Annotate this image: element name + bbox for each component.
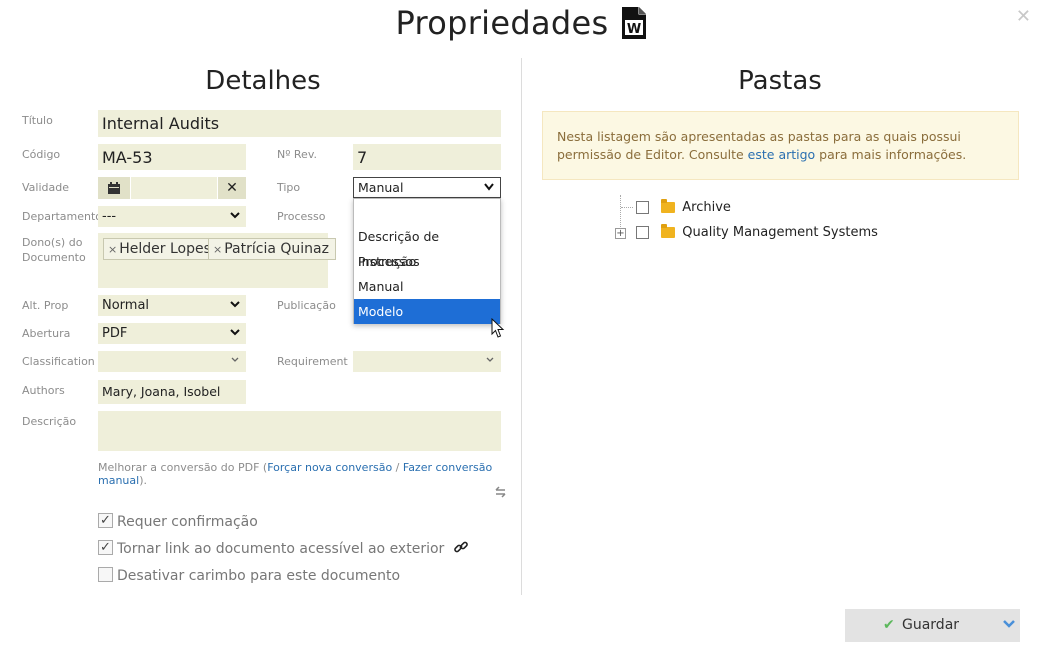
external-link-checkbox[interactable] (98, 537, 113, 559)
type-dropdown-list: Descrição de Processos Instrução Manual … (353, 198, 501, 324)
type-label: Tipo (277, 181, 301, 194)
classification-label: Classification (22, 355, 95, 368)
type-select-value: Manual (358, 180, 404, 195)
requirement-select[interactable] (353, 351, 501, 372)
mouse-cursor-icon (491, 318, 505, 338)
alt-prop-value: Normal (102, 298, 150, 313)
chevron-down-icon (230, 329, 240, 336)
save-button[interactable]: ✔ Guardar (845, 609, 1020, 642)
pdf-note-suffix: ). (139, 474, 147, 487)
opening-select[interactable]: PDF (98, 323, 246, 344)
disable-stamp-checkbox[interactable] (98, 567, 113, 582)
pdf-conversion-note: Melhorar a conversão do PDF (Forçar nova… (98, 461, 508, 487)
chevron-down-icon (230, 212, 240, 219)
link-icon[interactable] (453, 539, 469, 555)
title-input[interactable]: Internal Audits (98, 110, 501, 137)
folder-item-qms[interactable]: Quality Management Systems (636, 223, 878, 243)
force-conversion-link[interactable]: Forçar nova conversão (267, 461, 392, 474)
title-label: Título (22, 114, 53, 127)
require-confirmation-row[interactable]: Requer confirmação (98, 510, 258, 533)
description-label: Descrição (22, 415, 77, 428)
type-option[interactable]: Descrição de Processos (354, 224, 500, 269)
folder-checkbox[interactable] (636, 226, 649, 239)
folder-name: Archive (682, 200, 731, 215)
pdf-note-prefix: Melhorar a conversão do PDF ( (98, 461, 268, 474)
revision-label: Nº Rev. (277, 148, 317, 161)
folders-heading: Pastas (738, 66, 822, 96)
folder-icon (661, 224, 676, 238)
pdf-note-separator: / (392, 461, 403, 474)
type-select[interactable]: Manual (353, 177, 501, 198)
type-option[interactable]: Instrução (354, 249, 500, 274)
save-button-label: Guardar (902, 617, 960, 633)
chevron-down-icon (484, 183, 494, 191)
type-option[interactable]: Manual (354, 274, 500, 299)
require-confirmation-label: Requer confirmação (117, 514, 258, 530)
department-select[interactable]: --- (98, 206, 246, 227)
department-value: --- (102, 209, 117, 224)
chevron-down-icon[interactable] (1002, 618, 1016, 630)
opening-value: PDF (102, 326, 128, 341)
word-letter: W (626, 22, 640, 37)
validity-label: Validade (22, 181, 69, 194)
code-input[interactable]: MA-53 (98, 144, 246, 170)
chevron-down-icon (230, 301, 240, 308)
authors-input[interactable]: Mary, Joana, Isobel (98, 380, 246, 404)
process-label: Processo (277, 210, 326, 223)
owner-tag-label: Patrícia Quinaz (224, 241, 329, 257)
owner-tag-label: Helder Lopes (119, 241, 211, 257)
remove-tag-icon[interactable]: × (213, 243, 222, 256)
calendar-button[interactable] (98, 177, 130, 199)
department-label: Departamento (22, 210, 103, 223)
swap-icon[interactable] (495, 486, 507, 498)
expand-icon[interactable]: + (615, 228, 626, 239)
alt-prop-select[interactable]: Normal (98, 295, 246, 316)
type-option[interactable] (354, 199, 500, 224)
notice-article-link[interactable]: este artigo (748, 147, 816, 162)
external-link-label: Tornar link ao documento acessível ao ex… (117, 541, 445, 557)
dialog-title: Propriedades (395, 4, 609, 42)
classification-select[interactable] (98, 351, 246, 372)
revision-input[interactable]: 7 (353, 144, 501, 170)
description-textarea[interactable] (98, 411, 501, 451)
code-label: Código (22, 148, 61, 161)
disable-stamp-row[interactable]: Desativar carimbo para este documento (98, 565, 400, 587)
authors-label: Authors (22, 384, 65, 397)
close-icon[interactable]: ✕ (1016, 6, 1031, 27)
type-option-highlighted[interactable]: Modelo (354, 299, 500, 324)
remove-tag-icon[interactable]: × (108, 243, 117, 256)
section-divider (521, 58, 522, 595)
alt-prop-label: Alt. Prop (22, 299, 69, 312)
folder-item-archive[interactable]: Archive (636, 198, 731, 218)
opening-label: Abertura (22, 327, 71, 340)
external-link-row[interactable]: Tornar link ao documento acessível ao ex… (98, 537, 469, 560)
tree-line (621, 207, 633, 208)
validity-date-input[interactable] (131, 177, 217, 199)
checkmark-icon: ✔ (883, 617, 895, 633)
require-confirmation-checkbox[interactable] (98, 510, 113, 532)
owner-tag[interactable]: × Helder Lopes (103, 238, 218, 260)
permissions-notice: Nesta listagem são apresentadas as pasta… (542, 111, 1019, 180)
chevron-down-icon (231, 357, 239, 362)
notice-text-end: para mais informações. (815, 147, 967, 162)
details-heading: Detalhes (205, 66, 321, 96)
folder-icon (661, 199, 676, 213)
chevron-down-icon (486, 357, 494, 362)
word-document-icon: W (621, 7, 646, 39)
requirement-label: Requirement (277, 355, 348, 368)
owners-label: Dono(s) do Documento (22, 236, 86, 264)
calendar-icon (108, 182, 120, 194)
owner-tag[interactable]: × Patrícia Quinaz (208, 238, 336, 260)
dialog-header: Propriedades W (0, 4, 1041, 50)
folder-name: Quality Management Systems (682, 225, 878, 240)
clear-date-icon[interactable]: ✕ (218, 177, 246, 199)
folder-checkbox[interactable] (636, 201, 649, 214)
publication-label: Publicação (277, 299, 336, 312)
disable-stamp-label: Desativar carimbo para este documento (117, 568, 401, 584)
